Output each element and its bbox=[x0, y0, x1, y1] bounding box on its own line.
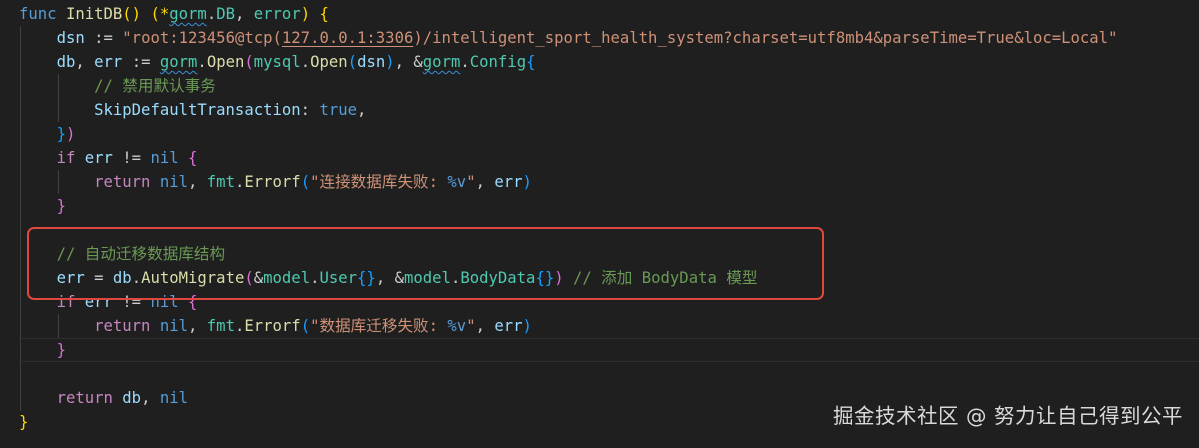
code-line-17[interactable]: return db, nil bbox=[19, 386, 188, 410]
code-line-1[interactable]: func InitDB() (*gorm.DB, error) { bbox=[19, 2, 329, 26]
code-editor[interactable]: func InitDB() (*gorm.DB, error) { dsn :=… bbox=[0, 0, 1199, 448]
code-line-15[interactable]: } bbox=[19, 338, 66, 362]
code-line-5[interactable]: SkipDefaultTransaction: true, bbox=[19, 98, 366, 122]
code-line-8[interactable]: return nil, fmt.Errorf("连接数据库失败: %v", er… bbox=[19, 170, 532, 194]
code-line-7[interactable]: if err != nil { bbox=[19, 146, 198, 170]
code-line-4[interactable]: // 禁用默认事务 bbox=[19, 74, 216, 98]
code-line-18[interactable]: } bbox=[19, 410, 28, 434]
current-line-highlight bbox=[19, 338, 1199, 362]
watermark: 掘金技术社区 @ 努力让自己得到公平 bbox=[832, 404, 1183, 428]
code-line-2[interactable]: dsn := "root:123456@tcp(127.0.0.1:3306)/… bbox=[19, 26, 1118, 50]
code-line-3[interactable]: db, err := gorm.Open(mysql.Open(dsn), &g… bbox=[19, 50, 536, 74]
code-line-6[interactable]: }) bbox=[19, 122, 76, 146]
code-line-9[interactable]: } bbox=[19, 194, 66, 218]
highlight-box bbox=[27, 227, 824, 300]
code-line-14[interactable]: return nil, fmt.Errorf("数据库迁移失败: %v", er… bbox=[19, 314, 532, 338]
